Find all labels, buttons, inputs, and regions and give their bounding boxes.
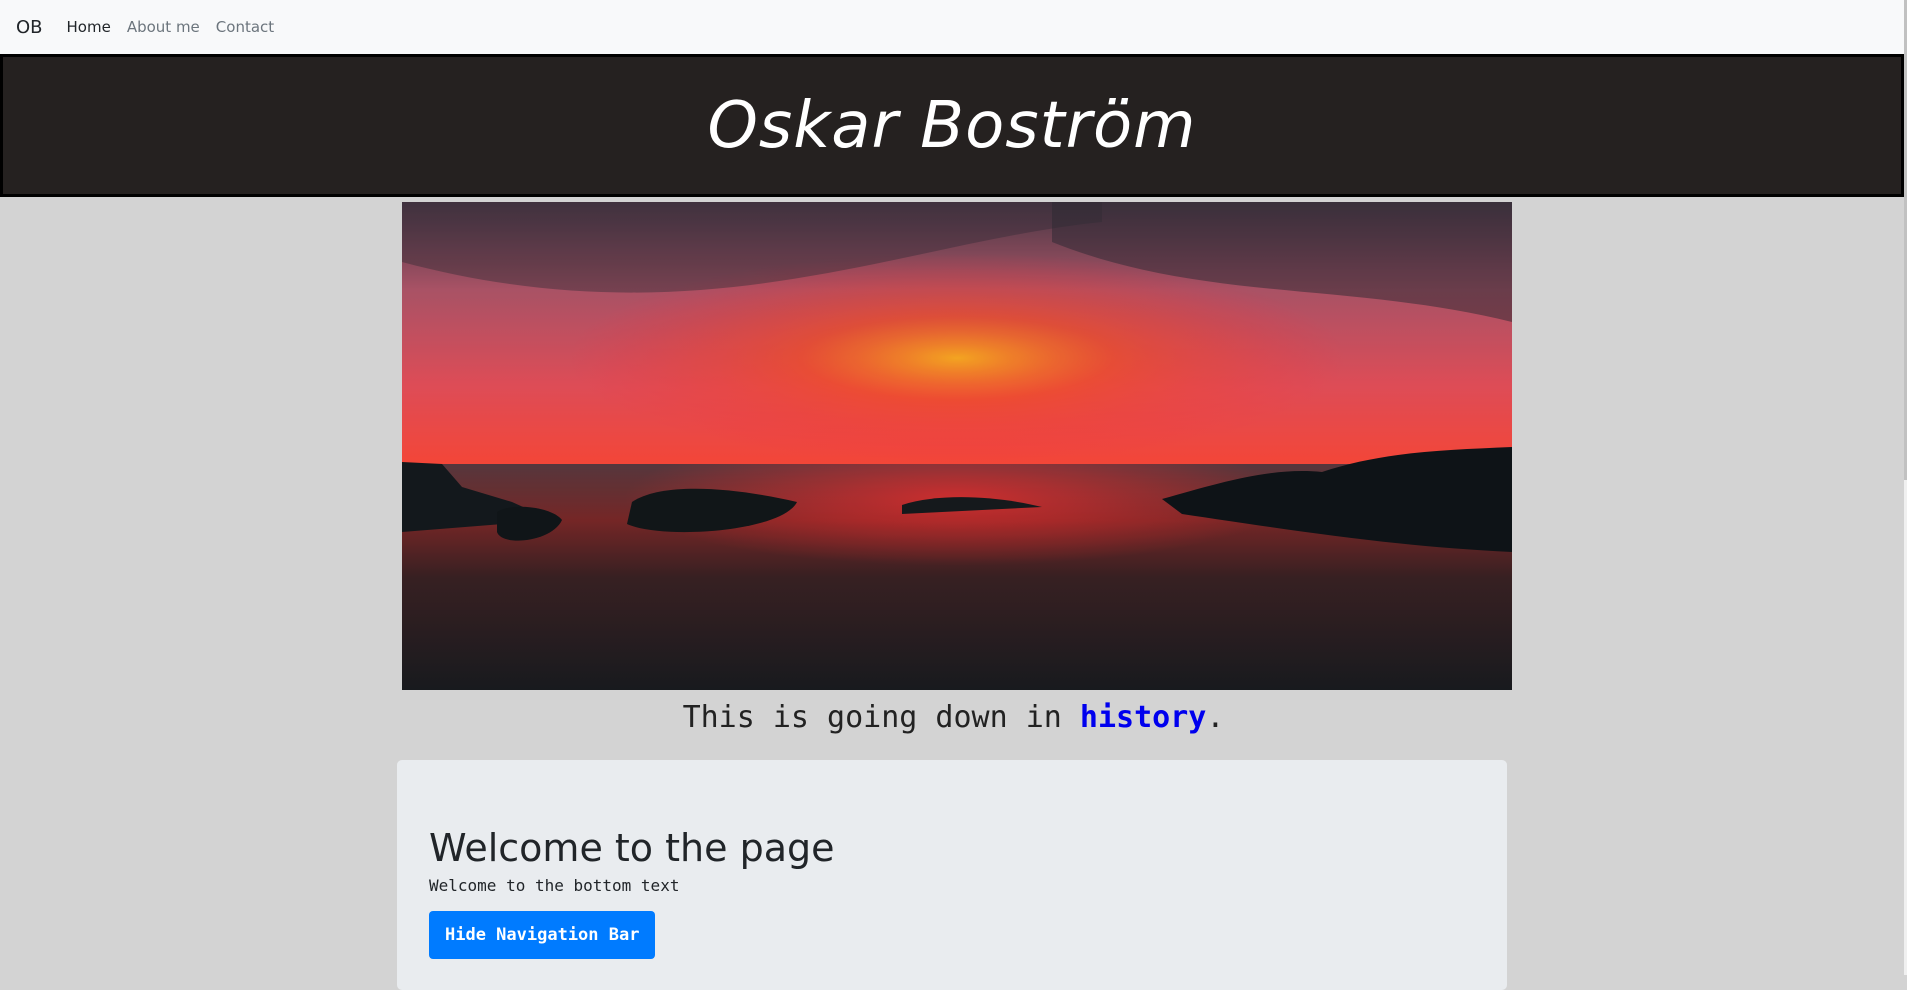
nav-link-about-me[interactable]: About me <box>127 18 200 36</box>
site-title: Oskar Boström <box>707 88 1197 163</box>
nav-link-contact[interactable]: Contact <box>216 18 274 36</box>
welcome-jumbotron: Welcome to the page Welcome to the botto… <box>397 760 1507 990</box>
hero-sunset-image <box>402 202 1512 690</box>
caption-text: This is going down in <box>682 700 1080 735</box>
hide-navigation-bar-button[interactable]: Hide Navigation Bar <box>429 911 656 959</box>
welcome-heading: Welcome to the page <box>429 826 835 870</box>
navbar: OB Home About me Contact <box>0 0 1904 54</box>
caption-period: . <box>1206 700 1225 735</box>
caption-history-link[interactable]: history <box>1080 700 1206 735</box>
nav-link-home[interactable]: Home <box>67 18 111 36</box>
navbar-brand[interactable]: OB <box>16 17 43 38</box>
site-header: Oskar Boström <box>0 54 1904 197</box>
welcome-text: Welcome to the bottom text <box>429 876 680 895</box>
hero-caption: This is going down in history. <box>0 700 1907 735</box>
